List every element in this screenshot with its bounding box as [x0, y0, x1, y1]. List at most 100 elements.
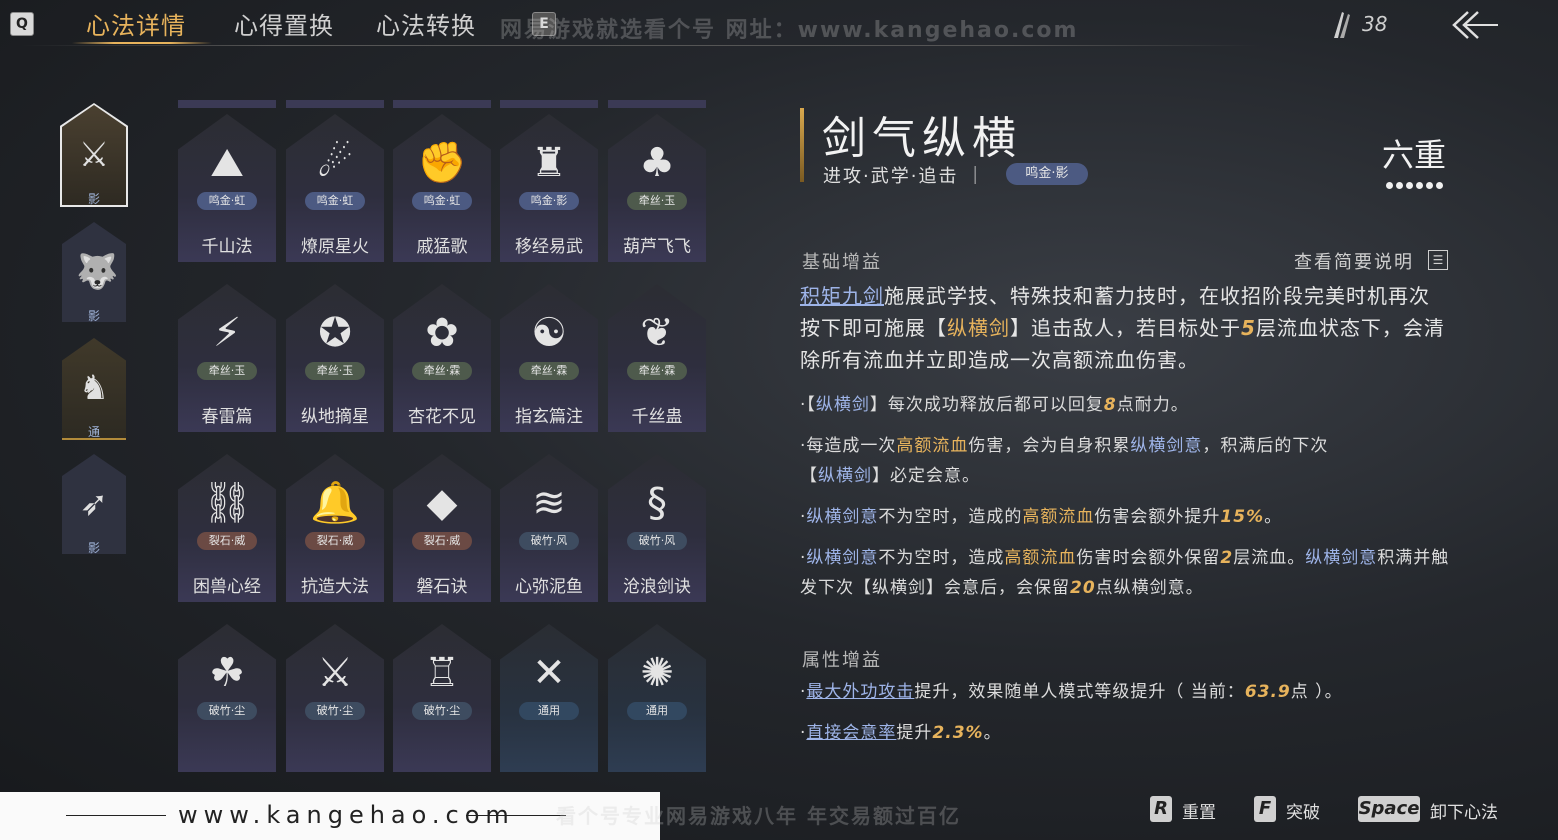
skill-card[interactable]: ≋ 破竹·风 心弥泥鱼	[500, 454, 598, 602]
cross-blades-icon: ✕	[532, 650, 566, 696]
fist-icon: ✊	[417, 140, 467, 186]
top-bar: Q 心法详情 心得置换 心法转换 E 网易游戏就选看个号 网址：www.kang…	[0, 0, 1558, 48]
side-tab-horse[interactable]: ♞ 通	[62, 338, 126, 440]
flower-icon: ✿	[425, 310, 459, 356]
watermark-text: 网易游戏就选看个号 网址：www.kangehao.com	[500, 18, 1079, 43]
skill-card[interactable]: ☄ 鸣金·虹燎原星火	[286, 114, 384, 262]
main-description: 积矩九剑施展武学技、特殊技和蓄力技时，在收招阶段完美时机再次按下即可施展【纵横剑…	[800, 284, 1445, 372]
skill-card-name: 困兽心经	[193, 577, 261, 597]
tab-skill-convert[interactable]: 心法转换	[376, 6, 476, 41]
summary-doc-icon[interactable]: ☰	[1428, 250, 1448, 270]
reset-key[interactable]: R	[1150, 796, 1172, 822]
skill-school-badge: 通用	[519, 702, 579, 720]
skill-card[interactable]: ♣ 牵丝·玉 葫芦飞飞	[608, 114, 706, 262]
horse-icon: ♞	[78, 368, 110, 408]
dagger-icon: ⚔	[317, 650, 353, 696]
skill-card[interactable]: ⛰ 鸣金·虹 千山法	[178, 114, 276, 262]
skill-tags: 进攻·武学·追击 ｜	[823, 166, 987, 187]
breakthrough-key[interactable]: F	[1254, 796, 1276, 822]
side-tab-sword[interactable]: ⚔ 影	[60, 103, 128, 207]
breakthrough-label[interactable]: 突破	[1286, 798, 1320, 823]
feather-icon	[1330, 10, 1352, 40]
skill-card-name: 燎原星火	[301, 237, 369, 257]
q-key-hint[interactable]: Q	[10, 12, 34, 36]
skill-school-badge: 裂石·威	[197, 532, 257, 550]
skill-card[interactable]: ☯ 牵丝·霖 指玄篇注	[500, 284, 598, 432]
tab-insight-swap[interactable]: 心得置换	[234, 6, 334, 41]
side-tab-label: 通	[87, 425, 100, 439]
skill-card-name: 春雷篇	[201, 407, 253, 427]
skill-card-name: 千丝蛊	[631, 407, 683, 427]
skill-school-badge: 鸣金·影	[519, 192, 579, 210]
fish-icon: ≋	[532, 480, 566, 526]
roots-icon: ☘	[209, 650, 245, 696]
swirl-icon: ✺	[640, 650, 674, 696]
scythe-icon: ☄	[317, 140, 353, 186]
resource-count: 38	[1362, 12, 1388, 36]
attr-line-2: ·直接会意率提升2.3%。	[800, 723, 1002, 743]
skill-school-badge: 鸣金·虹	[197, 192, 257, 210]
reset-label[interactable]: 重置	[1182, 798, 1216, 823]
skill-card[interactable]: ✿ 牵丝·霖 杏花不见	[393, 284, 491, 432]
yin-yang-icon: ☯	[531, 310, 567, 356]
level-dots	[1386, 174, 1446, 193]
skill-card[interactable]: ♖ 破竹·尘	[393, 624, 491, 772]
skill-school-badge: 牵丝·霖	[627, 362, 687, 380]
unequip-key[interactable]: Space	[1358, 796, 1420, 822]
skill-card[interactable]: ❦ 牵丝·霖 千丝蛊	[608, 284, 706, 432]
armor-icon: ♜	[531, 140, 567, 186]
bow-icon: ➶	[79, 484, 109, 524]
sword-slash-icon: ⚔	[78, 135, 110, 175]
back-arrow-icon[interactable]	[1452, 10, 1498, 40]
max-attack-link[interactable]: 最大外功攻击	[806, 682, 914, 702]
skill-card-name: 杏花不见	[408, 407, 476, 427]
skill-card[interactable]: ◆ 裂石·威 磐石诀	[393, 454, 491, 602]
top-divider	[20, 45, 1260, 46]
skill-card[interactable]: 🔔 裂石·威 抗造大法	[286, 454, 384, 602]
bell-icon: 🔔	[310, 480, 360, 526]
skill-school-badge: 破竹·尘	[412, 702, 472, 720]
bonus-line-3: ·纵横剑意不为空时，造成的高额流血伤害会额外提升15%。	[800, 507, 1283, 527]
skill-card[interactable]: ✊ 鸣金·虹 戚猛歌	[393, 114, 491, 262]
skill-title: 剑气纵横	[822, 113, 1022, 164]
skill-school-badge: 破竹·尘	[305, 702, 365, 720]
skill-school-badge: 鸣金·虹	[305, 192, 365, 210]
bonus-line-2: ·每造成一次高额流血伤害，会为自身积累纵横剑意，积满后的下次 【纵横剑】必定会意。	[800, 436, 1329, 486]
unequip-label[interactable]: 卸下心法	[1430, 798, 1498, 823]
skill-card[interactable]: ♜ 鸣金·影移经易武	[500, 114, 598, 262]
tab-skill-detail[interactable]: 心法详情	[86, 6, 186, 41]
footer-watermark: 看个号专业网易游戏八年 年交易额过百亿	[556, 804, 961, 828]
skill-school-badge: 牵丝·霖	[519, 362, 579, 380]
skill-card[interactable]: § 破竹·风 沧浪剑诀	[608, 454, 706, 602]
bonus-line-1: ·【纵横剑】每次成功释放后都可以回复8点耐力。	[800, 395, 1189, 415]
footer-line-left	[66, 815, 166, 816]
side-tab-label: 影	[87, 309, 100, 323]
skill-school-badge: 通用	[627, 702, 687, 720]
skill-card[interactable]: ✪ 牵丝·玉 纵地摘星	[286, 284, 384, 432]
skill-card[interactable]: ✺ 通用	[608, 624, 706, 772]
footer-url: www.kangehao.com	[178, 801, 515, 829]
skill-card[interactable]: ⚔ 破竹·尘	[286, 624, 384, 772]
summary-link[interactable]: 查看简要说明	[1294, 248, 1414, 274]
skill-card[interactable]: ☘ 破竹·尘	[178, 624, 276, 772]
skill-card-name: 磐石诀	[416, 577, 468, 597]
skill-school-badge: 裂石·威	[412, 532, 472, 550]
side-tab-label: 影	[87, 192, 100, 206]
bonus-line-4: ·纵横剑意不为空时，造成高额流血伤害时会额外保留2层流血。纵横剑意积满并触发下次…	[800, 548, 1450, 598]
skill-school-badge: 鸣金·影	[1006, 163, 1088, 185]
title-accent-bar	[800, 108, 804, 182]
skill-card[interactable]: ✕ 通用	[500, 624, 598, 772]
attr-line-1: ·最大外功攻击提升，效果随单人模式等级提升（ 当前：63.9点 ）。	[800, 682, 1343, 702]
crit-rate-link[interactable]: 直接会意率	[806, 723, 896, 743]
skill-card[interactable]: ⚡ 牵丝·玉 春雷篇	[178, 284, 276, 432]
side-tab-label: 影	[87, 541, 100, 555]
skill-card-name: 抗造大法	[301, 577, 369, 597]
skill-link[interactable]: 积矩九剑	[800, 284, 884, 308]
side-tab-bow[interactable]: ➶ 影	[62, 454, 126, 555]
skill-card-name: 移经易武	[515, 237, 583, 257]
mountain-icon: ⛰	[210, 140, 244, 186]
side-tab-wolf[interactable]: 🐺 影	[62, 222, 126, 323]
skill-school-badge: 牵丝·玉	[305, 362, 365, 380]
star-orb-icon: ✪	[318, 310, 352, 356]
skill-card[interactable]: ⛓ 裂石·威 困兽心经	[178, 454, 276, 602]
